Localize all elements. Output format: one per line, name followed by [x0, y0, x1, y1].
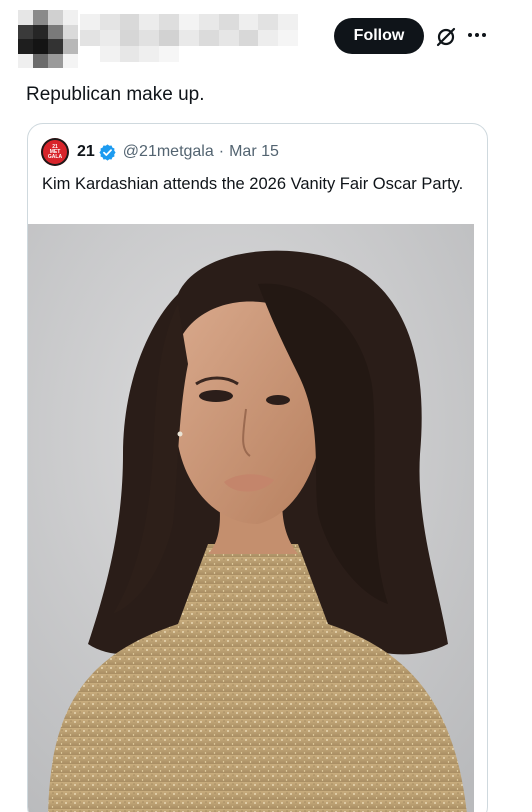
separator-dot: · — [218, 143, 225, 160]
quoted-display-name[interactable]: 21 — [77, 143, 95, 161]
grok-slash-circle-icon[interactable] — [434, 25, 458, 49]
follow-button[interactable]: Follow — [334, 18, 424, 54]
more-dots-icon[interactable] — [466, 24, 488, 46]
quoted-photo[interactable] — [28, 224, 474, 812]
quoted-tweet-text: Kim Kardashian attends the 2026 Vanity F… — [42, 175, 464, 193]
quoted-tweet[interactable]: 21 MET GALA 21 @21metgala · Mar 15 Kim Kar… — [27, 123, 488, 812]
quoted-avatar[interactable]: 21 MET GALA — [41, 138, 69, 166]
post-header: Follow — [0, 0, 532, 72]
portrait-image — [28, 224, 474, 812]
quoted-handle[interactable]: @21metgala — [123, 143, 214, 161]
blurred-avatar[interactable] — [18, 10, 78, 68]
verified-badge-icon — [99, 143, 116, 161]
post-text: Republican make up. — [26, 84, 205, 105]
quoted-date[interactable]: Mar 15 — [229, 143, 279, 161]
quoted-tweet-header: 21 MET GALA 21 @21metgala · Mar 15 — [41, 137, 279, 167]
blurred-username[interactable] — [80, 14, 298, 62]
